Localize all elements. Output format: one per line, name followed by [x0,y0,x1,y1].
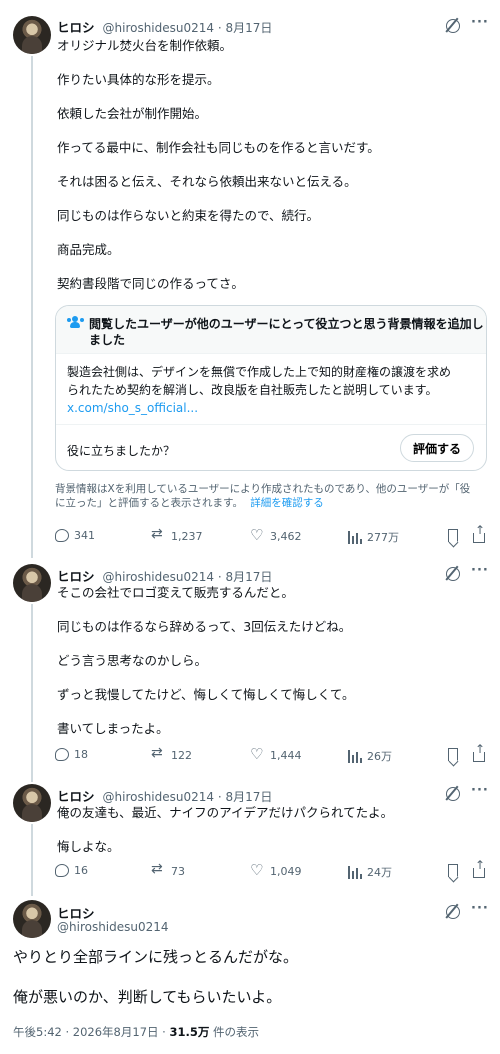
helpful-question: 役に立ちましたか？ [67,444,176,458]
tweet-text-line: 商品完成。 [57,242,120,257]
like-button[interactable]: 1,444 [250,745,302,763]
grok-icon[interactable] [446,905,460,919]
tweet-date[interactable]: 8月17日 [226,21,273,35]
like-icon [250,861,265,879]
community-note-title: 閲覧したユーザーが他のユーザーにとって役立つと思う背景情報を追加し ました [89,317,484,347]
grok-icon[interactable] [446,787,460,801]
more-icon[interactable]: ··· [471,563,489,578]
avatar[interactable] [13,784,51,822]
bookmark-icon [448,864,458,877]
tweet-actions: 341 1,237 3,462 277万 [55,523,487,549]
tweet-date[interactable]: 8月17日 [226,570,273,584]
bookmark-button[interactable] [446,748,458,761]
tweet-text-line: 作ってる最中に、制作会社も同じものを作ると言いだす。 [57,140,380,155]
views-icon [348,865,362,879]
reply-button[interactable]: 18 [55,748,88,761]
divider [56,424,486,425]
views-button[interactable]: 277万 [348,529,399,545]
tweet-timestamp[interactable]: 午後5:42 · 2026年8月17日 · 31.5万 件の表示 [13,1024,259,1040]
main-tweet-text-line: 俺が悪いのか、判断してもらいたいよ。 [13,988,282,1006]
learn-more-link[interactable]: 詳細を確認する [250,497,324,509]
retweet-button[interactable]: 122 [151,745,192,763]
community-notes-icon [67,316,84,328]
community-note-body: 製造会社側は、デザインを無償で作成した上で知的財産権の譲渡を求め [67,365,452,379]
avatar[interactable] [13,900,51,938]
share-icon [473,742,485,762]
more-icon[interactable]: ··· [471,901,489,916]
tweet-actions: 18 122 1,444 26万 [55,742,487,768]
views-button[interactable]: 26万 [348,748,392,764]
tweet-text-line: オリジナル焚火台を制作依頼。 [57,38,233,53]
user-handle[interactable]: @hiroshidesu0214 [103,570,215,584]
tweet-text-line: 書いてしまったよ。 [57,721,169,736]
tweet-text-line: 契約書段階で同じの作るってさ。 [57,276,244,291]
share-button[interactable] [473,523,485,543]
tweet-text-line: 作りたい具体的な形を提示。 [57,72,220,87]
bookmark-button[interactable] [446,864,458,877]
bookmark-icon [448,529,458,542]
user-name[interactable]: ヒロシ [57,20,95,35]
share-button[interactable] [473,742,485,762]
tweet-text-line: ずっと我慢してたけど、悔しくて悔しくて悔しくて。 [57,687,355,702]
share-button[interactable] [473,858,485,878]
tweet-text-line: 同じものは作らないと約束を得たので、続行。 [57,208,320,223]
bookmark-button[interactable] [446,529,458,542]
reply-button[interactable]: 16 [55,864,88,877]
views-icon [348,749,362,763]
like-button[interactable]: 1,049 [250,861,302,879]
user-name[interactable]: ヒロシ [57,789,95,804]
main-tweet-text-line: やりとり全部ラインに残っとるんだがな。 [13,948,299,966]
reply-button[interactable]: 341 [55,529,95,542]
tweet-actions: 16 73 1,049 24万 [55,858,487,884]
retweet-button[interactable]: 1,237 [151,526,203,544]
user-handle[interactable]: @hiroshidesu0214 [57,920,169,934]
note-disclaimer: に立った」と評価すると表示されます。 [55,497,243,509]
tweet-text-line: 悔しよな。 [57,839,120,854]
tweet-text-line: それは困ると伝え、それなら依頼出来ないと伝える。 [57,174,357,189]
views-button[interactable]: 24万 [348,864,392,880]
thread-line [31,824,33,896]
user-handle[interactable]: @hiroshidesu0214 [103,21,215,35]
retweet-button[interactable]: 73 [151,861,185,879]
tweet-text-line: そこの会社でロゴ変えて販売するんだと。 [57,585,294,600]
user-name[interactable]: ヒロシ [57,569,95,584]
like-icon [250,526,265,544]
tweet-text-line: 依頼した会社が制作開始。 [57,106,208,121]
views-icon [348,530,362,544]
grok-icon[interactable] [446,19,460,33]
reply-icon [55,864,69,877]
community-note: 閲覧したユーザーが他のユーザーにとって役立つと思う背景情報を追加し ました 製造… [55,305,487,471]
note-disclaimer: 背景情報はXを利用しているユーザーにより作成されたものであり、他のユーザーが「役 [55,483,471,495]
like-button[interactable]: 3,462 [250,526,302,544]
views-count: 31.5万 [169,1025,210,1039]
more-icon[interactable]: ··· [471,783,489,798]
community-note-link[interactable]: x.com/sho_s_official... [67,401,198,415]
tweet-date[interactable]: 8月17日 [226,790,273,804]
retweet-icon [151,526,166,544]
retweet-icon [151,861,166,879]
community-note-header: 閲覧したユーザーが他のユーザーにとって役立つと思う背景情報を追加し ました [56,306,486,354]
more-icon[interactable]: ··· [471,15,489,30]
like-icon [250,745,265,763]
reply-icon [55,748,69,761]
grok-icon[interactable] [446,567,460,581]
community-note-body: られたため契約を解消し、改良版を自社販売したと説明しています。 [67,383,438,397]
avatar[interactable] [13,564,51,602]
rate-button[interactable]: 評価する [400,434,474,462]
share-icon [473,858,485,878]
reply-icon [55,529,69,542]
share-icon [473,523,485,543]
tweet-text-line: 同じものは作るなら辞めるって、3回伝えたけどね。 [57,619,352,634]
avatar[interactable] [13,16,51,54]
thread-line [31,604,33,782]
tweet-text-line: 俺の友達も、最近、ナイフのアイデアだけパクられてたよ。 [57,805,394,820]
bookmark-icon [448,748,458,761]
user-handle[interactable]: @hiroshidesu0214 [103,790,215,804]
tweet-text-line: どう言う思考なのかしら。 [57,653,208,668]
retweet-icon [151,745,166,763]
thread-line [31,56,33,558]
